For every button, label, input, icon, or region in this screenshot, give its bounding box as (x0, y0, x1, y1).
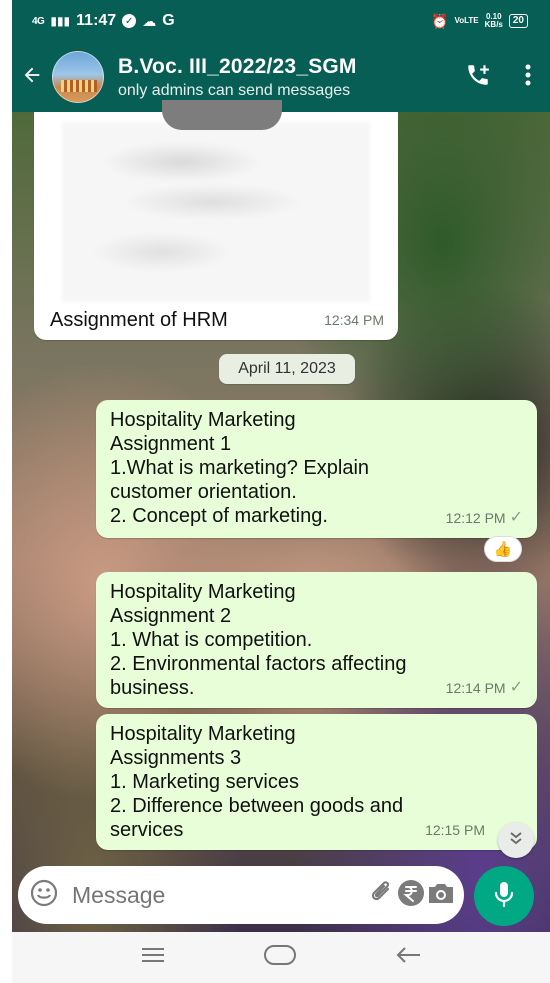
image-message[interactable]: Assignment of HRM 12:34 PM (34, 100, 398, 340)
image-caption: Assignment of HRM (50, 309, 228, 331)
sent-check-icon: ✓ (509, 509, 523, 526)
phone-screen: 4G ▮▮▮ 11:47 ✓ ☁ G ⏰ VoLTE 0.10 KB/s 20 (12, 0, 550, 983)
back-button[interactable] (12, 42, 52, 112)
scroll-to-bottom-button[interactable] (498, 822, 534, 858)
message-meta: 12:15 PM (425, 818, 485, 842)
camera-button[interactable] (426, 873, 456, 917)
system-nav-bar (12, 932, 550, 983)
message-composer (18, 866, 464, 924)
message-meta: 12:14 PM ✓ (446, 676, 523, 700)
message-line: 1. Marketing services (110, 771, 299, 793)
payment-button[interactable] (396, 873, 426, 917)
message-bubble[interactable]: Hospitality Marketing Assignment 2 1. Wh… (96, 572, 537, 708)
chat-info[interactable]: B.Voc. III_2022/23_SGM only admins can s… (118, 55, 450, 100)
rupee-icon (396, 878, 426, 913)
double-chevron-down-icon (508, 830, 524, 851)
more-vert-icon (525, 64, 531, 91)
sent-check-icon: ✓ (509, 679, 523, 696)
message-bubble[interactable]: Hospitality Marketing Assignment 1 1.Wha… (96, 400, 537, 538)
message-line: 2. Difference between goods and (110, 795, 404, 817)
chat-subtitle: only admins can send messages (118, 81, 351, 99)
message-line: 1. What is competition. (110, 629, 313, 651)
volte-label: VoLTE (454, 16, 479, 25)
emoji-icon (30, 879, 58, 912)
home-button[interactable] (263, 944, 297, 971)
status-letter: G (162, 12, 175, 29)
emoji-button[interactable] (30, 873, 58, 917)
cloud-icon: ☁ (142, 12, 157, 29)
net-speed-unit: KB/s (484, 20, 503, 29)
status-right: ⏰ VoLTE 0.10 KB/s 20 (431, 13, 528, 30)
menu-button[interactable] (506, 42, 550, 112)
thumbs-up-icon: 👍 (493, 541, 513, 558)
add-call-icon (465, 62, 491, 93)
net-speed: 0.10 KB/s (485, 13, 503, 29)
voice-record-button[interactable] (474, 866, 534, 926)
message-time: 12:15 PM (425, 822, 485, 838)
status-time: 11:47 (76, 12, 117, 29)
message-meta: 12:12 PM ✓ (446, 506, 523, 530)
message-line: Assignments 3 (110, 747, 242, 769)
message-line: Hospitality Marketing (110, 723, 296, 745)
add-call-button[interactable] (450, 42, 506, 112)
arrow-left-icon (21, 61, 43, 93)
message-line: Hospitality Marketing (110, 409, 296, 431)
microphone-icon (493, 880, 515, 913)
message-bubble[interactable]: Hospitality Marketing Assignments 3 1. M… (96, 714, 537, 850)
system-back-button[interactable] (394, 945, 422, 970)
message-time: 12:14 PM (445, 680, 506, 696)
message-line: Assignment 1 (110, 433, 232, 455)
reaction-badge[interactable]: 👍 (484, 536, 522, 562)
chat-title: B.Voc. III_2022/23_SGM (118, 54, 357, 78)
alarm-icon: ⏰ (431, 12, 449, 29)
status-bar: 4G ▮▮▮ 11:47 ✓ ☁ G ⏰ VoLTE 0.10 KB/s 20 (12, 0, 550, 42)
message-time: 12:34 PM (324, 312, 384, 328)
paperclip-icon (368, 879, 396, 912)
message-line: Assignment 2 (110, 605, 232, 627)
message-line: Hospitality Marketing (110, 581, 296, 603)
message-line: 1.What is marketing? Explain (110, 457, 370, 479)
message-time: 12:12 PM (445, 510, 506, 526)
network-type: 4G (32, 15, 45, 27)
image-overlay (162, 100, 282, 130)
recent-apps-button[interactable] (140, 945, 166, 970)
message-line: customer orientation. (110, 481, 297, 503)
status-left: 4G ▮▮▮ 11:47 ✓ ☁ G (32, 12, 175, 30)
message-line: 2. Environmental factors affecting (110, 653, 407, 675)
message-input[interactable] (72, 881, 368, 909)
image-thumbnail[interactable] (62, 122, 370, 302)
signal-icon: ▮▮▮ (50, 14, 71, 28)
camera-icon (426, 880, 456, 911)
check-circle-icon: ✓ (122, 14, 137, 28)
date-separator: April 11, 2023 (219, 354, 355, 384)
group-avatar[interactable] (52, 51, 104, 103)
battery-level: 20 (512, 15, 524, 26)
battery-icon: 20 (508, 14, 528, 28)
attach-button[interactable] (368, 873, 396, 917)
